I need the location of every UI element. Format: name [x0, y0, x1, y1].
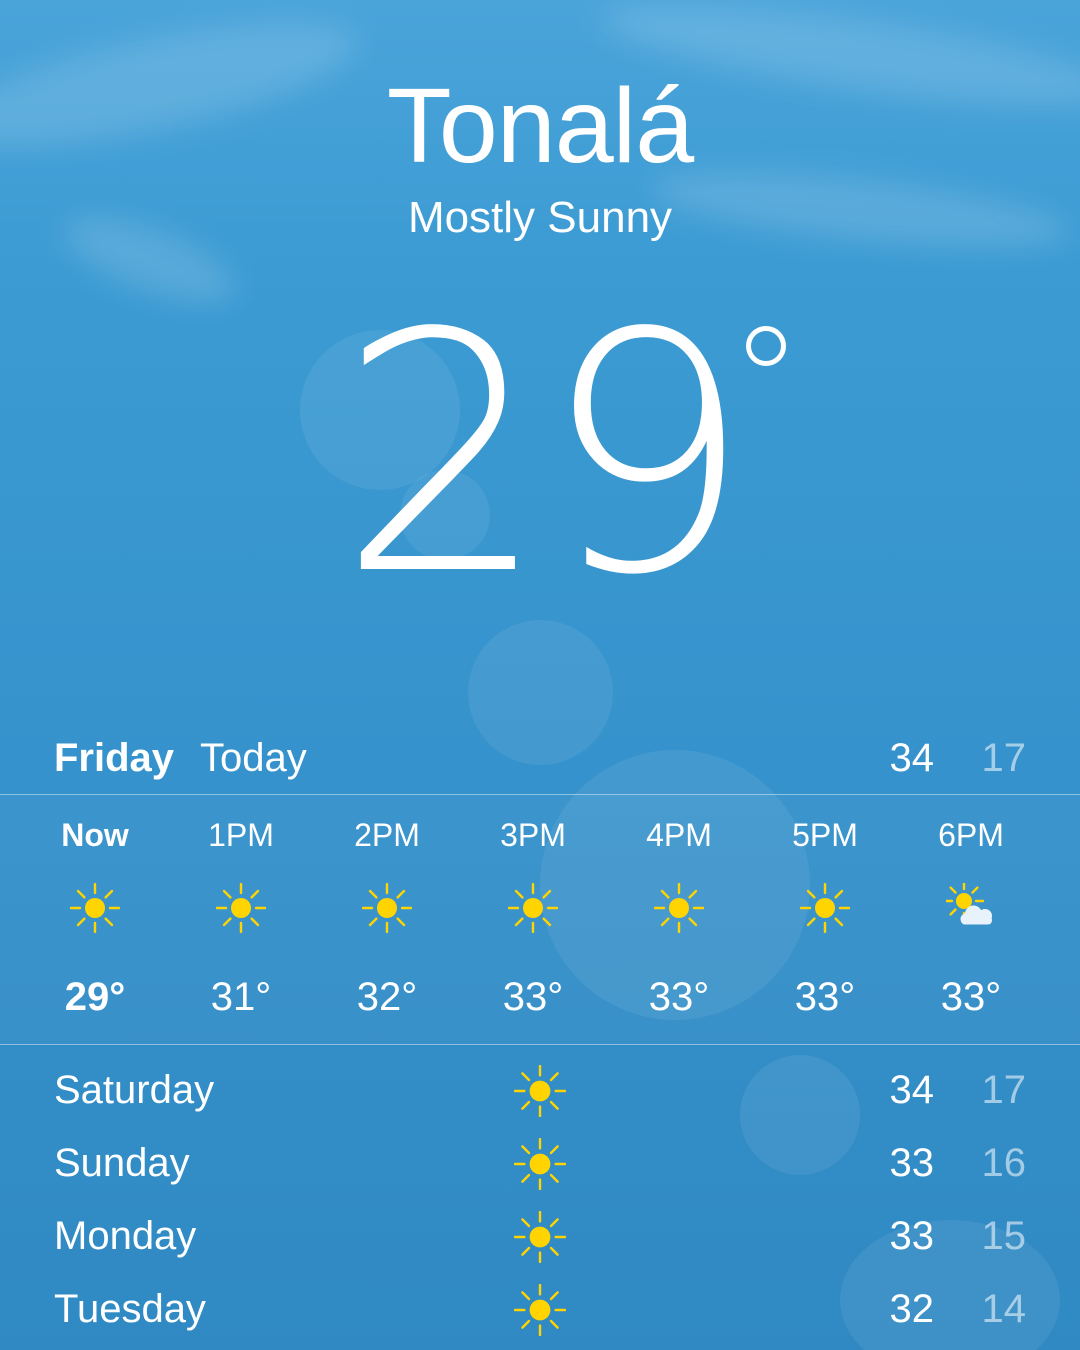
hourly-item-1pm: 1PM 31°: [168, 795, 314, 1044]
hourly-item-4pm: 4PM 33°: [606, 795, 752, 1044]
weather-condition: Mostly Sunny: [407, 193, 673, 242]
daily-day-name: Sunday: [54, 1141, 190, 1185]
sun-icon: [508, 883, 558, 933]
divider-bottom: [0, 1044, 1080, 1045]
hourly-item-6pm: 6PM 33°: [898, 795, 1044, 1044]
sun-icon: [216, 883, 266, 933]
hourly-time: 3PM: [500, 817, 566, 853]
hourly-temp: 29°: [64, 975, 126, 1019]
daily-low-temp: 15: [981, 1214, 1027, 1258]
hourly-item-3pm: 3PM 33°: [460, 795, 606, 1044]
daily-row-tuesday: Tuesday 32 14: [54, 1274, 1026, 1344]
today-day-name: Friday: [54, 736, 175, 780]
daily-day-name: Monday: [54, 1214, 197, 1258]
current-temperature: 29: [0, 290, 1080, 620]
daily-high-temp: 34: [889, 1068, 935, 1112]
sun-icon: [514, 1211, 566, 1263]
hourly-temp: 32°: [356, 975, 418, 1019]
daily-low-temp: 16: [981, 1141, 1027, 1185]
current-temperature-value: 29: [338, 263, 752, 647]
partly-cloudy-icon: [946, 883, 996, 933]
today-label: Today: [200, 736, 307, 780]
hourly-temp: 33°: [502, 975, 564, 1019]
hourly-time: 4PM: [646, 817, 712, 853]
hourly-time: Now: [61, 817, 129, 853]
daily-day-name: Tuesday: [54, 1287, 206, 1331]
hourly-time: 2PM: [354, 817, 420, 853]
today-high-temp: 34: [889, 736, 935, 780]
daily-high-temp: 33: [889, 1214, 935, 1258]
hourly-temp: 33°: [648, 975, 710, 1019]
sun-icon: [654, 883, 704, 933]
sun-icon: [514, 1138, 566, 1190]
hourly-temp: 33°: [794, 975, 856, 1019]
hourly-temp: 33°: [940, 975, 1002, 1019]
hourly-item-5pm: 5PM 33°: [752, 795, 898, 1044]
location-name: Tonalá: [386, 67, 694, 185]
daily-day-name: Saturday: [54, 1068, 215, 1112]
sun-icon: [800, 883, 850, 933]
hourly-temp: 31°: [210, 975, 272, 1019]
sun-icon: [70, 883, 120, 933]
daily-low-temp: 17: [981, 1068, 1027, 1112]
daily-row-monday: Monday 33 15: [54, 1201, 1026, 1271]
daily-high-temp: 33: [889, 1141, 935, 1185]
daily-row-sunday: Sunday 33 16: [54, 1128, 1026, 1198]
hourly-forecast-strip[interactable]: Now 29° 1PM 31° 2PM 32° 3PM 33° 4PM 33° …: [0, 795, 1080, 1044]
degree-symbol: [746, 326, 786, 366]
daily-high-temp: 32: [889, 1287, 935, 1331]
sun-icon: [514, 1065, 566, 1117]
hourly-item-2pm: 2PM 32°: [314, 795, 460, 1044]
daily-row-saturday: Saturday 34 17: [54, 1055, 1026, 1125]
sun-icon: [514, 1284, 566, 1336]
hourly-time: 6PM: [938, 817, 1004, 853]
hourly-time: 5PM: [792, 817, 858, 853]
sun-icon: [362, 883, 412, 933]
today-low-temp: 17: [981, 736, 1027, 780]
today-summary-row: Friday Today 34 17: [54, 730, 1026, 786]
daily-low-temp: 14: [981, 1287, 1027, 1331]
hourly-item-now: Now 29°: [22, 795, 168, 1044]
hourly-time: 1PM: [208, 817, 274, 853]
